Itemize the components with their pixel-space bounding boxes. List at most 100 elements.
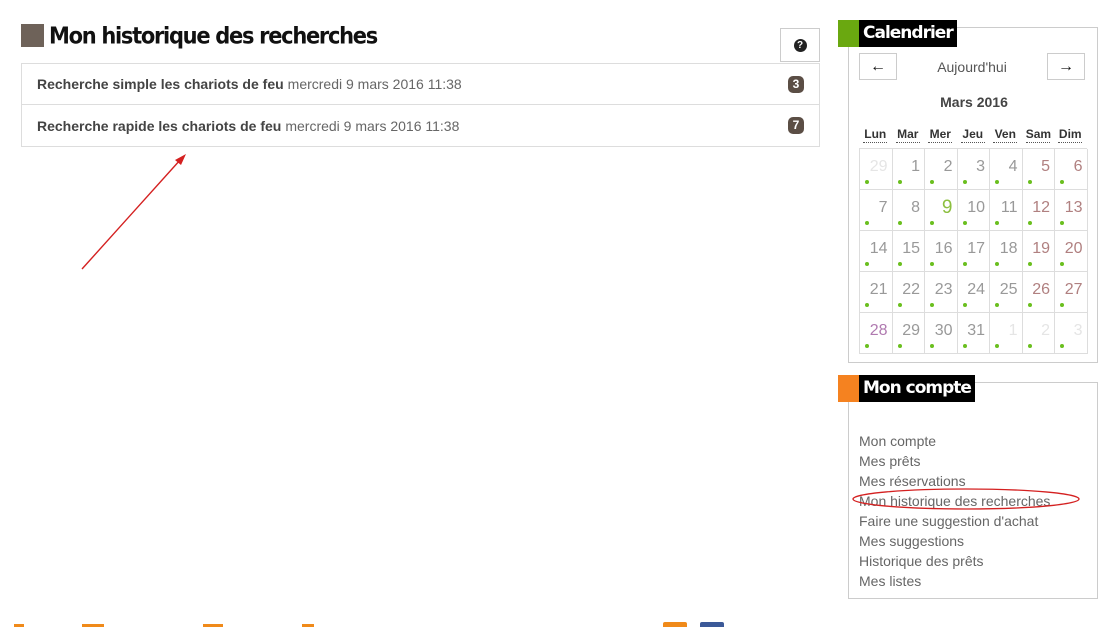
calendar-day[interactable]: 15 bbox=[892, 231, 925, 272]
event-dot-icon bbox=[962, 344, 967, 348]
event-dot-icon bbox=[865, 262, 869, 266]
calendar-widget: Calendrier ← Aujourd'hui → Mars 2016 Lun… bbox=[838, 20, 1098, 363]
account-link-mon-compte[interactable]: Mon compte bbox=[859, 431, 1050, 451]
event-dot-icon bbox=[930, 180, 934, 184]
calendar-day[interactable]: 14 bbox=[860, 231, 893, 272]
event-dot-icon bbox=[930, 344, 934, 348]
calendar-day[interactable]: 29 bbox=[860, 149, 893, 190]
calendar-day[interactable]: 8 bbox=[892, 190, 925, 231]
calendar-day-number: 6 bbox=[1073, 158, 1083, 175]
calendar-day-number: 4 bbox=[1008, 158, 1018, 175]
event-dot-icon bbox=[962, 180, 967, 184]
calendar-day[interactable]: 2 bbox=[925, 149, 958, 190]
event-dot-icon bbox=[1060, 303, 1064, 307]
history-item[interactable]: Recherche simple les chariots de feu mer… bbox=[22, 64, 819, 105]
calendar-day-number: 13 bbox=[1064, 199, 1083, 216]
calendar-day[interactable]: 16 bbox=[925, 231, 958, 272]
calendar-day[interactable]: 10 bbox=[957, 190, 990, 231]
calendar-day[interactable]: 6 bbox=[1055, 149, 1088, 190]
calendar-day-number: 9 bbox=[941, 197, 953, 218]
calendar-day[interactable]: 13 bbox=[1055, 190, 1088, 231]
today-button[interactable]: Aujourd'hui bbox=[897, 59, 1047, 75]
next-month-button[interactable]: → bbox=[1047, 53, 1085, 80]
calendar-day[interactable]: 7 bbox=[860, 190, 893, 231]
history-item[interactable]: Recherche rapide les chariots de feu mer… bbox=[22, 105, 819, 146]
history-date: mercredi 9 mars 2016 11:38 bbox=[285, 117, 460, 134]
calendar-day[interactable]: 9 bbox=[925, 190, 958, 231]
event-dot-icon bbox=[1027, 262, 1032, 266]
calendar-day[interactable]: 18 bbox=[990, 231, 1023, 272]
history-date: mercredi 9 mars 2016 11:38 bbox=[287, 76, 462, 92]
event-dot-icon bbox=[897, 262, 902, 266]
account-link-mes-prets[interactable]: Mes prêts bbox=[859, 451, 1050, 471]
history-count-badge: 7 bbox=[788, 117, 804, 134]
weekday-label: Lun bbox=[863, 127, 888, 143]
calendar-title: Calendrier bbox=[859, 20, 957, 47]
calendar-day[interactable]: 2 bbox=[1022, 313, 1055, 354]
calendar-day[interactable]: 31 bbox=[957, 313, 990, 354]
calendar-day-number: 31 bbox=[967, 322, 985, 339]
weekday-label: Mer bbox=[928, 127, 953, 143]
event-dot-icon bbox=[865, 221, 869, 225]
history-query[interactable]: Recherche rapide les chariots de feu bbox=[37, 118, 281, 134]
event-dot-icon bbox=[1060, 262, 1064, 266]
calendar-day-number: 22 bbox=[902, 281, 920, 298]
account-link-mes-listes[interactable]: Mes listes bbox=[859, 571, 1050, 591]
calendar-day-number: 24 bbox=[967, 281, 985, 298]
calendar-day[interactable]: 27 bbox=[1055, 272, 1088, 313]
weekday-label: Mar bbox=[895, 127, 920, 143]
calendar-day[interactable]: 22 bbox=[892, 272, 925, 313]
calendar-day[interactable]: 24 bbox=[957, 272, 990, 313]
prev-month-button[interactable]: ← bbox=[859, 53, 897, 80]
calendar-day[interactable]: 19 bbox=[1022, 231, 1055, 272]
calendar-day[interactable]: 21 bbox=[860, 272, 893, 313]
calendar-day-number: 14 bbox=[869, 240, 888, 257]
weekday-label: Dim bbox=[1058, 127, 1083, 143]
event-dot-icon bbox=[1060, 344, 1064, 348]
event-dot-icon bbox=[962, 303, 967, 307]
arrow-right-icon: → bbox=[1058, 57, 1074, 75]
event-dot-icon bbox=[865, 344, 869, 348]
event-dot-icon bbox=[995, 221, 999, 225]
calendar-day-number: 1 bbox=[1008, 322, 1018, 339]
facebook-icon[interactable] bbox=[700, 622, 724, 627]
calendar-day-number: 23 bbox=[934, 281, 953, 298]
calendar-day-number: 29 bbox=[902, 322, 920, 339]
search-history-list: Recherche simple les chariots de feu mer… bbox=[21, 63, 820, 147]
calendar-day[interactable]: 29 bbox=[892, 313, 925, 354]
page-title: Mon historique des recherches bbox=[49, 22, 378, 49]
calendar-day-number: 29 bbox=[869, 158, 888, 175]
weekday-label: Jeu bbox=[960, 127, 985, 143]
account-link-historique-prets[interactable]: Historique des prêts bbox=[859, 551, 1050, 571]
arrow-left-icon: ← bbox=[870, 57, 886, 75]
calendar-day[interactable]: 1 bbox=[990, 313, 1023, 354]
calendar-day[interactable]: 5 bbox=[1022, 149, 1055, 190]
account-link-mes-suggestions[interactable]: Mes suggestions bbox=[859, 531, 1050, 551]
rss-icon[interactable] bbox=[663, 622, 687, 627]
calendar-tag-color bbox=[838, 20, 859, 47]
calendar-day[interactable]: 3 bbox=[957, 149, 990, 190]
calendar-day[interactable]: 12 bbox=[1022, 190, 1055, 231]
history-query[interactable]: Recherche simple les chariots de feu bbox=[37, 76, 284, 92]
calendar-day-number: 18 bbox=[999, 240, 1018, 257]
account-title: Mon compte bbox=[859, 375, 975, 402]
calendar-day[interactable]: 20 bbox=[1055, 231, 1088, 272]
account-link-suggestion-achat[interactable]: Faire une suggestion d'achat bbox=[859, 511, 1050, 531]
calendar-day[interactable]: 28 bbox=[860, 313, 893, 354]
calendar-day[interactable]: 11 bbox=[990, 190, 1023, 231]
calendar-day-number: 15 bbox=[902, 240, 920, 257]
calendar-day[interactable]: 25 bbox=[990, 272, 1023, 313]
event-dot-icon bbox=[995, 344, 999, 348]
help-button[interactable]: ? bbox=[780, 28, 820, 62]
calendar-day[interactable]: 26 bbox=[1022, 272, 1055, 313]
event-dot-icon bbox=[930, 262, 934, 266]
calendar-day[interactable]: 23 bbox=[925, 272, 958, 313]
calendar-day[interactable]: 30 bbox=[925, 313, 958, 354]
calendar-day[interactable]: 4 bbox=[990, 149, 1023, 190]
calendar-day[interactable]: 17 bbox=[957, 231, 990, 272]
calendar-day-number: 5 bbox=[1041, 158, 1050, 175]
account-header: Mon compte bbox=[838, 375, 975, 402]
calendar-day[interactable]: 3 bbox=[1055, 313, 1088, 354]
calendar-day[interactable]: 1 bbox=[892, 149, 925, 190]
calendar-day-number: 7 bbox=[878, 199, 888, 216]
